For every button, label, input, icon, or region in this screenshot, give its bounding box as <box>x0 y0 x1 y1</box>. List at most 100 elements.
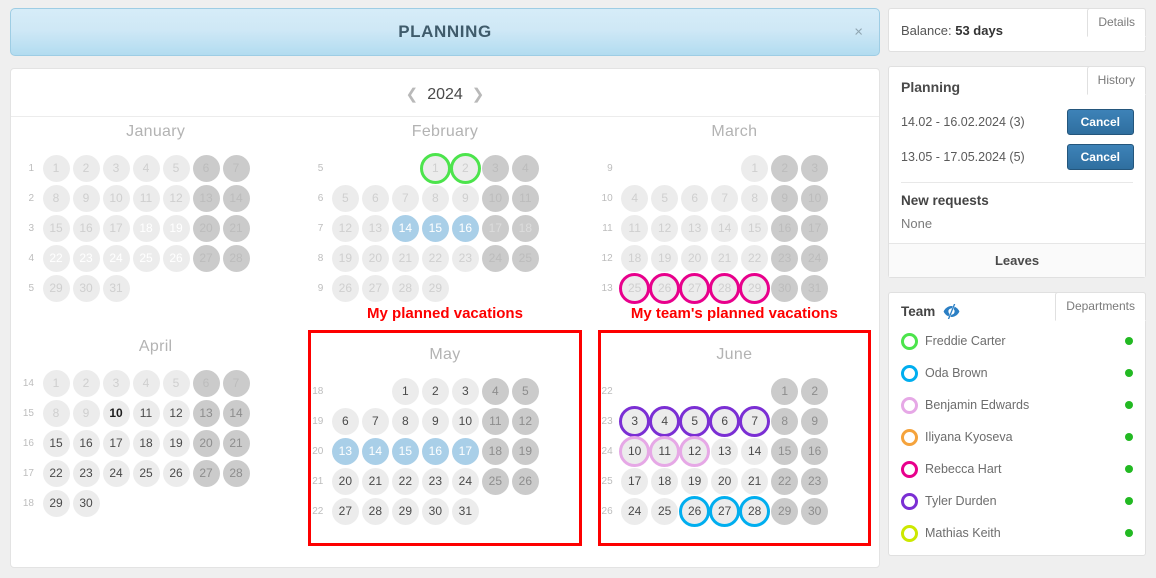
day-cell[interactable]: 12 <box>651 214 679 242</box>
day-cell[interactable]: 12 <box>679 435 711 467</box>
day-cell[interactable]: 23 <box>451 244 479 272</box>
day-cell[interactable]: 2 <box>72 154 100 182</box>
team-member-row[interactable]: Oda Brown <box>889 357 1145 389</box>
day-cell[interactable]: 13 <box>192 399 220 427</box>
day-cell[interactable]: 9 <box>72 399 100 427</box>
hide-eye-icon[interactable] <box>943 303 960 320</box>
day-cell[interactable]: 24 <box>621 497 649 525</box>
day-cell[interactable]: 17 <box>102 214 130 242</box>
details-tab[interactable]: Details <box>1087 8 1146 37</box>
day-cell[interactable]: 17 <box>621 467 649 495</box>
cancel-request-button[interactable]: Cancel <box>1066 109 1134 135</box>
day-cell[interactable]: 26 <box>162 244 190 272</box>
day-cell[interactable]: 16 <box>451 214 479 242</box>
day-cell[interactable]: 16 <box>421 437 449 465</box>
day-cell[interactable]: 10 <box>102 399 130 427</box>
day-cell[interactable]: 1 <box>42 369 70 397</box>
day-cell[interactable]: 27 <box>192 244 220 272</box>
day-cell[interactable]: 2 <box>421 377 449 405</box>
day-cell[interactable]: 4 <box>132 369 160 397</box>
day-cell[interactable]: 15 <box>42 429 70 457</box>
day-cell[interactable]: 10 <box>619 435 651 467</box>
team-member-row[interactable]: Freddie Carter <box>889 325 1145 357</box>
day-cell[interactable]: 16 <box>801 437 829 465</box>
team-member-row[interactable]: Tyler Durden <box>889 485 1145 517</box>
day-cell[interactable]: 26 <box>679 495 711 527</box>
day-cell[interactable]: 7 <box>222 369 250 397</box>
team-member-row[interactable]: Iliyana Kyoseva <box>889 421 1145 453</box>
day-cell[interactable]: 15 <box>771 437 799 465</box>
day-cell[interactable]: 31 <box>102 274 130 302</box>
day-cell[interactable]: 21 <box>711 244 739 272</box>
day-cell[interactable]: 14 <box>741 437 769 465</box>
day-cell[interactable]: 14 <box>222 399 250 427</box>
day-cell[interactable]: 18 <box>132 214 160 242</box>
day-cell[interactable]: 20 <box>192 214 220 242</box>
day-cell[interactable]: 24 <box>451 467 479 495</box>
day-cell[interactable]: 1 <box>419 152 451 184</box>
day-cell[interactable]: 4 <box>481 377 509 405</box>
day-cell[interactable]: 28 <box>709 272 741 304</box>
day-cell[interactable]: 23 <box>72 459 100 487</box>
day-cell[interactable]: 26 <box>162 459 190 487</box>
day-cell[interactable]: 14 <box>391 214 419 242</box>
day-cell[interactable]: 5 <box>162 154 190 182</box>
day-cell[interactable]: 25 <box>132 459 160 487</box>
day-cell[interactable]: 28 <box>222 459 250 487</box>
day-cell[interactable]: 22 <box>391 467 419 495</box>
day-cell[interactable]: 23 <box>72 244 100 272</box>
day-cell[interactable]: 25 <box>511 244 539 272</box>
day-cell[interactable]: 14 <box>711 214 739 242</box>
day-cell[interactable]: 15 <box>391 437 419 465</box>
day-cell[interactable]: 22 <box>421 244 449 272</box>
day-cell[interactable]: 17 <box>102 429 130 457</box>
day-cell[interactable]: 9 <box>72 184 100 212</box>
day-cell[interactable]: 8 <box>391 407 419 435</box>
day-cell[interactable]: 25 <box>651 497 679 525</box>
day-cell[interactable]: 29 <box>42 489 70 517</box>
day-cell[interactable]: 11 <box>481 407 509 435</box>
day-cell[interactable]: 15 <box>42 214 70 242</box>
day-cell[interactable]: 26 <box>511 467 539 495</box>
day-cell[interactable]: 2 <box>801 377 829 405</box>
day-cell[interactable]: 27 <box>192 459 220 487</box>
day-cell[interactable]: 24 <box>102 244 130 272</box>
day-cell[interactable]: 9 <box>801 407 829 435</box>
day-cell[interactable]: 19 <box>331 244 359 272</box>
day-cell[interactable]: 22 <box>42 244 70 272</box>
day-cell[interactable]: 2 <box>72 369 100 397</box>
day-cell[interactable]: 21 <box>391 244 419 272</box>
day-cell[interactable]: 14 <box>222 184 250 212</box>
day-cell[interactable]: 19 <box>681 467 709 495</box>
day-cell[interactable]: 6 <box>361 184 389 212</box>
day-cell[interactable]: 20 <box>361 244 389 272</box>
day-cell[interactable]: 26 <box>331 274 359 302</box>
day-cell[interactable]: 8 <box>42 184 70 212</box>
day-cell[interactable]: 17 <box>801 214 829 242</box>
day-cell[interactable]: 23 <box>421 467 449 495</box>
day-cell[interactable]: 3 <box>481 154 509 182</box>
day-cell[interactable]: 11 <box>649 435 681 467</box>
day-cell[interactable]: 20 <box>681 244 709 272</box>
day-cell[interactable]: 1 <box>391 377 419 405</box>
day-cell[interactable]: 15 <box>741 214 769 242</box>
day-cell[interactable]: 20 <box>711 467 739 495</box>
day-cell[interactable]: 27 <box>331 497 359 525</box>
day-cell[interactable]: 22 <box>771 467 799 495</box>
day-cell[interactable]: 5 <box>162 369 190 397</box>
day-cell[interactable]: 27 <box>361 274 389 302</box>
day-cell[interactable]: 24 <box>102 459 130 487</box>
day-cell[interactable]: 13 <box>361 214 389 242</box>
day-cell[interactable]: 20 <box>331 467 359 495</box>
day-cell[interactable]: 19 <box>162 429 190 457</box>
day-cell[interactable]: 4 <box>511 154 539 182</box>
day-cell[interactable]: 29 <box>739 272 771 304</box>
day-cell[interactable]: 25 <box>619 272 651 304</box>
day-cell[interactable]: 12 <box>511 407 539 435</box>
day-cell[interactable]: 27 <box>709 495 741 527</box>
day-cell[interactable]: 30 <box>421 497 449 525</box>
day-cell[interactable]: 3 <box>102 369 130 397</box>
day-cell[interactable]: 6 <box>331 407 359 435</box>
day-cell[interactable]: 25 <box>481 467 509 495</box>
day-cell[interactable]: 13 <box>192 184 220 212</box>
